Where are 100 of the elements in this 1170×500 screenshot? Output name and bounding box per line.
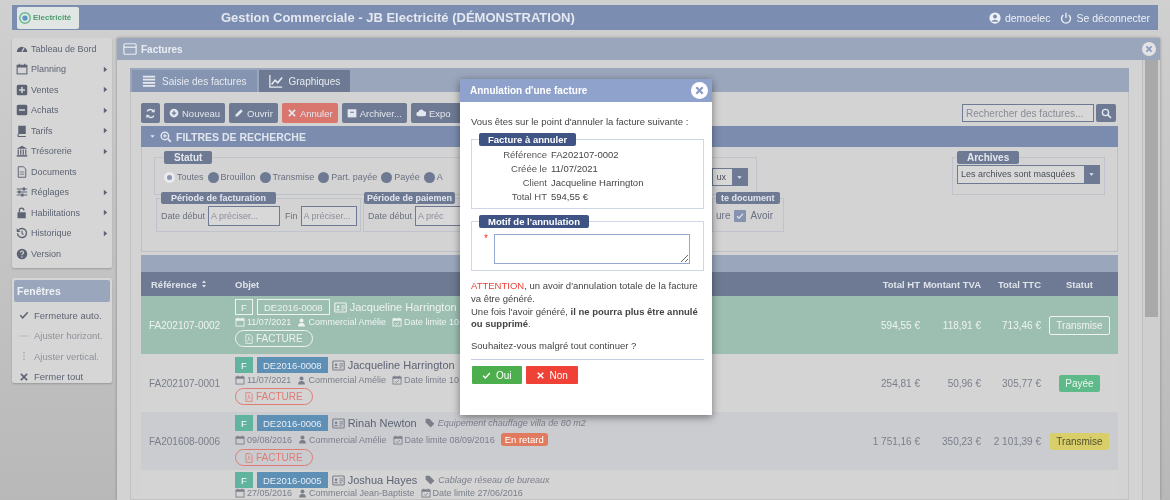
search-field[interactable]: Rechercher des factures...: [962, 104, 1094, 122]
tab[interactable]: Saisie des factures: [132, 70, 257, 92]
question-text: Souhaitez-vous malgré tout continuer ?: [471, 340, 638, 352]
caret-icon: [149, 133, 156, 140]
status-radio[interactable]: Transmise: [259, 171, 315, 183]
sidebar-item[interactable]: Réglages: [12, 182, 112, 202]
confirm-button[interactable]: Oui: [472, 366, 522, 385]
panel-title: Fenêtres: [14, 280, 110, 302]
sidebar-item[interactable]: Documents: [12, 161, 112, 182]
caret-icon: [736, 173, 743, 181]
logo-icon: [19, 11, 31, 24]
sidebar-item[interactable]: Historique: [12, 223, 112, 243]
client-name: Joshua Hayes: [347, 474, 418, 486]
id-card-icon: [331, 358, 345, 372]
calendar-icon: [16, 63, 28, 75]
client-name: Jacqueline Harrington: [347, 359, 455, 371]
description: Equipement chauffage villa de 80 m2: [437, 418, 586, 428]
cancel-button[interactable]: Non: [525, 366, 578, 385]
due-date: Date limite 10: [403, 375, 459, 385]
caret-icon: [101, 228, 110, 238]
type-badge: F: [235, 472, 253, 488]
table-cell: FA202107-0002: [149, 319, 221, 331]
plus-icon: [16, 83, 28, 96]
type-badge: F: [235, 299, 253, 315]
sidebar-item[interactable]: Planning: [12, 59, 112, 79]
caret-icon: [101, 126, 110, 135]
sidebar-item[interactable]: Ventes: [12, 79, 112, 100]
pdf-icon: [244, 333, 254, 344]
field-label: Date début: [161, 210, 206, 221]
table-cell: 254,81 €: [881, 377, 920, 389]
required-mark: *: [484, 233, 488, 244]
id-card-icon: [331, 473, 345, 487]
warning-text: Une fois l'avoir généré, il ne pourra plus être annulé ou supprimé.: [471, 305, 699, 332]
checkbox[interactable]: [734, 209, 747, 222]
archive-icon: [346, 108, 357, 118]
group-legend: Période de paiemen: [364, 192, 456, 204]
status-radio[interactable]: Brouillon: [207, 171, 256, 183]
status-radio[interactable]: Part. payée: [318, 171, 378, 183]
calendar-icon: [235, 375, 245, 385]
refresh-button[interactable]: [141, 103, 160, 123]
sidebar-item[interactable]: Version: [12, 243, 112, 264]
table-cell: FA201608-0006: [149, 435, 221, 447]
sidebar-item[interactable]: Tarifs: [12, 120, 112, 141]
window-menu-item[interactable]: Fermeture auto.: [14, 305, 110, 326]
pencil-icon: [234, 108, 245, 118]
check-icon: [736, 211, 745, 220]
status-radio[interactable]: Toutes: [164, 171, 204, 183]
check-icon: [19, 310, 29, 321]
quote-badge[interactable]: DE2016-0008: [257, 299, 330, 315]
table-cell: 350,23 €: [942, 435, 981, 447]
search-button[interactable]: [1096, 104, 1116, 122]
quote-badge[interactable]: DE2016-0008: [257, 357, 328, 373]
status-radio[interactable]: Payée: [381, 171, 420, 183]
close-icon[interactable]: [691, 82, 708, 99]
table-cell: 1 751,16 €: [872, 435, 920, 447]
date-field[interactable]: A préciser...: [300, 205, 357, 226]
toolbar-button[interactable]: Annuler: [281, 103, 338, 123]
pdf-icon: [244, 391, 254, 402]
table-cell: 594,55 €: [881, 319, 920, 331]
close-icon: [535, 370, 545, 380]
sort-icon: [199, 280, 208, 288]
date-text: 11/07/2021: [247, 375, 292, 385]
sidebar-item[interactable]: Habilitations: [12, 202, 112, 223]
window-title: Factures: [141, 43, 183, 55]
refresh-icon: [145, 107, 156, 119]
quote-badge[interactable]: DE2016-0006: [257, 415, 328, 431]
sidebar-item[interactable]: Trésorerie: [12, 141, 112, 161]
group-legend: Motif de l'annulation: [479, 215, 589, 228]
quote-badge[interactable]: DE2016-0005: [257, 472, 328, 488]
plus-icon: [169, 108, 179, 118]
type-badge: F: [235, 357, 253, 373]
late-badge: En retard: [500, 433, 548, 446]
sidebar-item[interactable]: Achats: [12, 100, 112, 120]
filter-select[interactable]: ux: [712, 168, 748, 186]
user-link[interactable]: demoelec: [988, 11, 1051, 24]
caret-icon: [1088, 171, 1095, 178]
toolbar-button[interactable]: Archiver...: [341, 103, 407, 123]
archives-select[interactable]: Les archives sont masquées: [957, 165, 1100, 184]
id-card-icon: [331, 416, 345, 430]
tab[interactable]: Graphiques: [258, 70, 351, 92]
calendar-icon: [235, 434, 245, 445]
group-legend: Facture à annuler: [479, 133, 577, 146]
logout-link[interactable]: Se déconnecter: [1060, 11, 1150, 24]
sidebar-item[interactable]: Tableau de Bord: [12, 38, 112, 59]
reason-field[interactable]: [493, 234, 690, 264]
date-text: 11/07/2021: [247, 317, 292, 327]
caret-icon: [101, 187, 110, 197]
user-icon: [988, 11, 1001, 24]
filter-title: FILTRES DE RECHERCHE: [176, 130, 306, 143]
close-icon: [19, 371, 29, 382]
client-name: Rinah Newton: [347, 417, 417, 429]
sliders-icon: [16, 186, 28, 198]
sales-rep: Commercial Jean-Baptiste: [309, 488, 415, 498]
calendar-icon: [235, 317, 245, 327]
toolbar-button[interactable]: Nouveau: [164, 103, 226, 123]
toolbar-button[interactable]: Ouvrir: [229, 103, 278, 123]
logo-text: Electricité: [33, 13, 72, 22]
close-icon[interactable]: [1142, 42, 1156, 56]
date-field[interactable]: A préciser...: [208, 205, 281, 226]
window-menu-item[interactable]: Fermer tout: [14, 366, 110, 387]
